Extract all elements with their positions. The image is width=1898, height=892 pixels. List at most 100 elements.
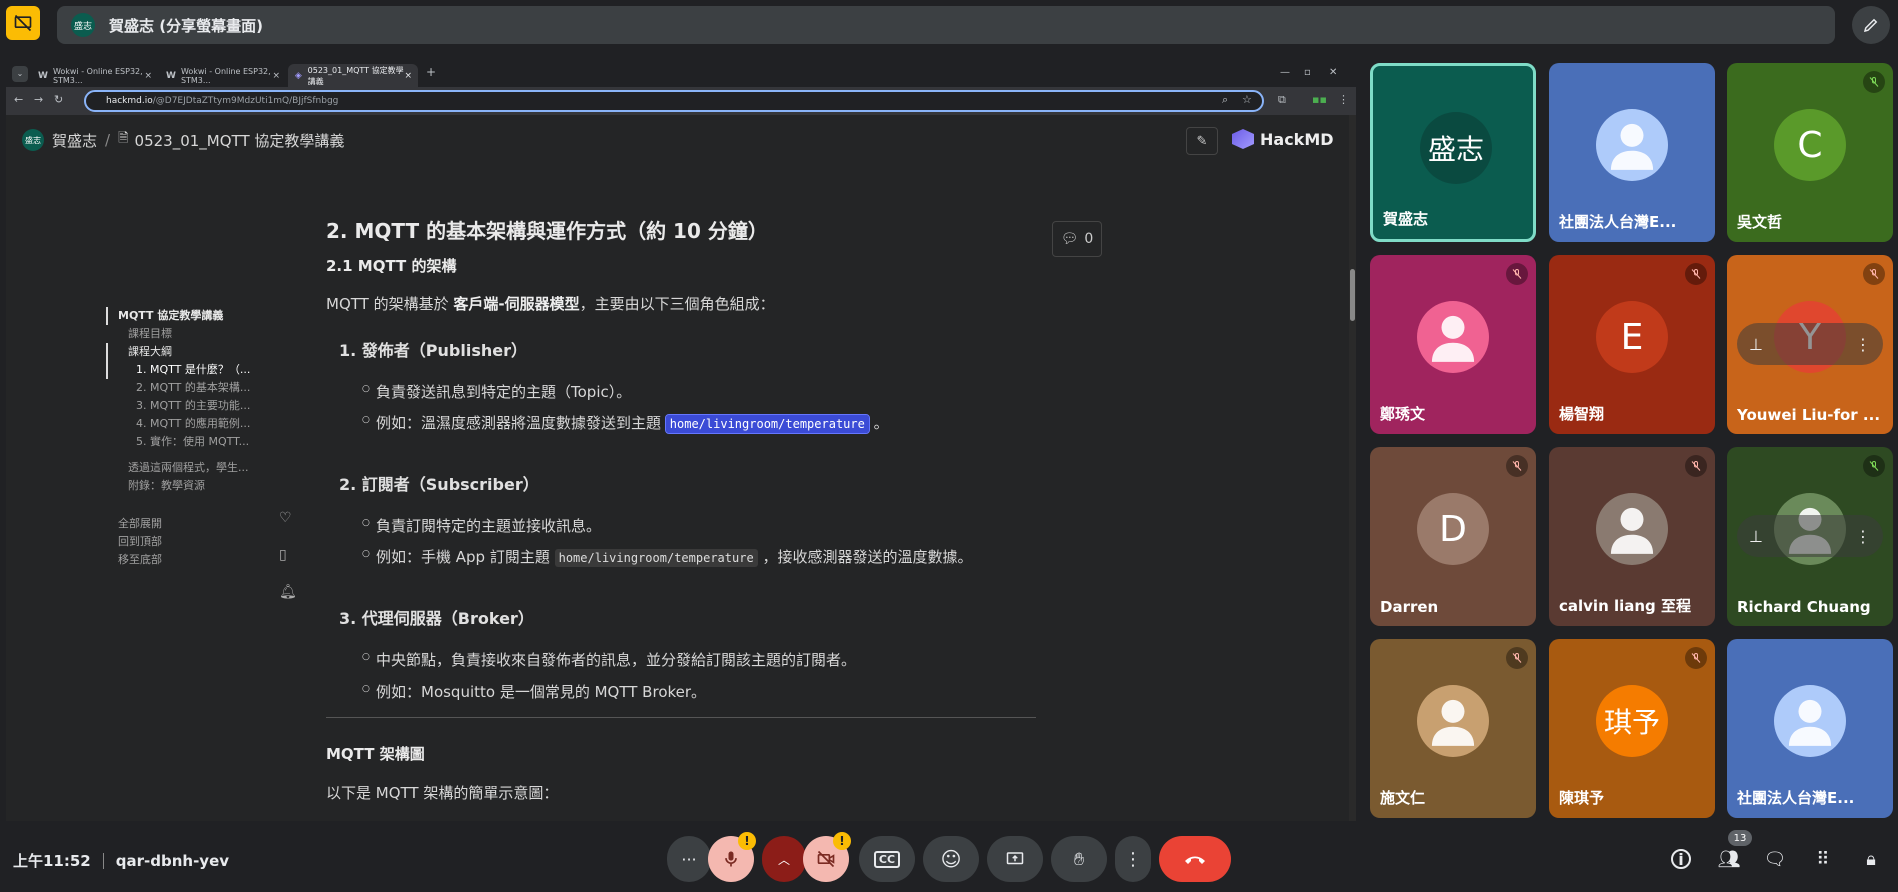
toc-expand-all[interactable]: 全部展開 (106, 515, 286, 533)
call-controls-bar: 上午11:52 qar-dbnh-yev ··· ! ︿ ! CC ☺ ✋︎ ⋮… (0, 826, 1898, 892)
people-button[interactable]: 👥︎ (1716, 846, 1742, 872)
comment-button[interactable]: 💬︎ 0 (1052, 221, 1102, 257)
hand-icon: ✋︎ (1073, 848, 1085, 870)
toc-back-to-top[interactable]: 回到頂部 (106, 533, 286, 551)
bookmark-icon[interactable]: ▯ (279, 547, 287, 563)
participant-avatar: 盛志 (1420, 112, 1492, 184)
leave-call-button[interactable] (1159, 836, 1231, 882)
toc-item[interactable]: 附錄：教學資源 (106, 477, 286, 495)
activities-button[interactable]: ⠿ (1810, 846, 1836, 872)
toc-item[interactable]: 1. MQTT 是什麼？（... (106, 361, 286, 379)
hackmd-logo[interactable]: HackMD (1232, 129, 1334, 149)
reactions-button[interactable]: ☺ (923, 836, 979, 882)
participant-name: Youwei Liu-for ... (1737, 406, 1881, 424)
toc-item[interactable]: 課程目標 (106, 325, 286, 343)
participant-count: 13 (1728, 830, 1752, 846)
table-of-contents: MQTT 協定教學講義 課程目標 課程大綱 1. MQTT 是什麼？（... 2… (106, 307, 286, 569)
pin-icon[interactable]: ⊥ (1749, 335, 1763, 354)
browser-tab-1[interactable]: W Wokwi - Online ESP32, STM3... × (32, 64, 158, 87)
heart-icon[interactable]: ♡ (279, 510, 292, 526)
more-audio-options-button[interactable]: ··· (667, 836, 711, 882)
more-vert-icon[interactable]: ⋮ (1855, 527, 1871, 546)
participant-name: Darren (1380, 598, 1439, 616)
participant-tile[interactable]: E 楊智翔 (1549, 255, 1715, 434)
reload-icon[interactable]: ↻ (54, 93, 63, 106)
breadcrumb-author[interactable]: 賀盛志 (52, 130, 97, 151)
captions-button[interactable]: CC (859, 836, 915, 882)
tab-search-icon[interactable]: ⌄ (12, 66, 28, 82)
participant-tile[interactable]: calvin liang 至程 (1549, 447, 1715, 626)
participant-name: 施文仁 (1380, 789, 1426, 807)
bookmark-star-icon[interactable]: ☆ (1242, 93, 1252, 106)
close-tab-icon[interactable]: × (404, 71, 412, 81)
toc-item[interactable]: 5. 實作：使用 MQTT... (106, 433, 286, 451)
host-controls-button[interactable]: 🔒︎ (1858, 846, 1884, 872)
participant-name: 吳文哲 (1737, 213, 1783, 231)
participant-tile[interactable]: C 吳文哲 (1727, 63, 1893, 242)
toc-item[interactable]: 2. MQTT 的基本架構... (106, 379, 286, 397)
camera-off-icon (817, 850, 835, 868)
participant-tile[interactable]: YYouwei Liu-for ...⊥⋮ (1727, 255, 1893, 434)
new-tab-icon[interactable]: + (426, 65, 436, 79)
info-icon: i (1671, 849, 1691, 869)
close-tab-icon[interactable]: × (144, 71, 152, 81)
profile-icon[interactable]: ▪▪ (1312, 93, 1327, 106)
close-tab-icon[interactable]: × (272, 71, 280, 81)
scrollbar-thumb[interactable] (1350, 269, 1355, 321)
participant-tile[interactable]: 社團法人台灣E... (1727, 639, 1893, 818)
participant-tile[interactable]: D Darren (1370, 447, 1536, 626)
camera-button[interactable]: ! (803, 832, 851, 882)
restore-icon[interactable]: ▫ (1304, 67, 1311, 78)
raise-hand-button[interactable]: ✋︎ (1051, 836, 1107, 882)
participant-tile[interactable]: 琪予 陳琪予 (1549, 639, 1715, 818)
browser-menu-icon[interactable]: ⋮ (1338, 93, 1349, 106)
toc-item[interactable]: 4. MQTT 的應用範例... (106, 415, 286, 433)
microphone-button[interactable]: ! (708, 832, 756, 882)
people-icon: 👥︎ (1717, 848, 1741, 870)
mic-off-icon (1506, 455, 1528, 477)
edit-button[interactable]: ✎ (1186, 127, 1218, 155)
comment-icon: 💬︎ (1060, 231, 1079, 247)
list-item: 負責訂閱特定的主題並接收訊息。 (362, 515, 601, 536)
role-subscriber: 2. 訂閱者（Subscriber） (339, 475, 539, 494)
more-vert-icon[interactable]: ⋮ (1855, 335, 1871, 354)
participant-tile[interactable]: 鄭琇文 (1370, 255, 1536, 434)
zoom-icon[interactable]: ⌕ (1222, 93, 1228, 107)
more-video-options-button[interactable]: ︿ (762, 836, 806, 882)
toc-go-to-bottom[interactable]: 移至底部 (106, 551, 286, 569)
participant-tile[interactable]: 社團法人台灣E... (1549, 63, 1715, 242)
tile-hover-controls[interactable]: ⊥ ⋮ (1737, 515, 1883, 557)
paragraph: 以下是 MQTT 架構的簡單示意圖： (326, 784, 559, 802)
toc-item[interactable]: 透過這兩個程式，學生... (106, 459, 286, 477)
participant-tile[interactable]: 施文仁 (1370, 639, 1536, 818)
tile-hover-controls[interactable]: ⊥ ⋮ (1737, 323, 1883, 365)
minimize-icon[interactable]: — (1280, 67, 1290, 78)
screen-share-warning-button[interactable] (6, 6, 40, 40)
url-input[interactable]: hackmd.io/@D7EJDtaZTtym9MdzUti1mQ/BJjfSf… (84, 90, 1264, 112)
present-button[interactable] (987, 836, 1043, 882)
more-options-button[interactable]: ⋮ (1115, 836, 1151, 882)
page-scrollbar[interactable] (1349, 115, 1356, 821)
person-icon (1610, 507, 1654, 554)
toc-item[interactable]: 3. MQTT 的主要功能... (106, 397, 286, 415)
meeting-details-button[interactable]: i (1668, 846, 1694, 872)
bell-icon[interactable]: 🔔︎ (279, 584, 297, 600)
subsection-heading: MQTT 架構圖 (326, 745, 425, 763)
pin-icon[interactable]: ⊥ (1749, 527, 1763, 546)
browser-tab-2[interactable]: W Wokwi - Online ESP32, STM3... × (160, 64, 286, 87)
participant-tile[interactable]: 盛志 賀盛志 (1370, 63, 1536, 242)
chat-button[interactable]: 🗨︎ (1762, 846, 1788, 872)
participant-avatar (1417, 685, 1489, 757)
browser-tab-3[interactable]: ◈ 0523_01_MQTT 協定教學講義 × (288, 64, 418, 87)
toc-item[interactable]: 課程大綱 (106, 343, 286, 361)
participant-name: 楊智翔 (1559, 405, 1605, 423)
forward-icon[interactable]: → (34, 93, 43, 106)
back-icon[interactable]: ← (14, 93, 23, 106)
toc-root[interactable]: MQTT 協定教學講義 (106, 307, 286, 325)
presenter-avatar: 盛志 (71, 13, 95, 37)
close-window-icon[interactable]: ✕ (1329, 67, 1337, 78)
extensions-icon[interactable]: ⧉ (1278, 93, 1286, 107)
participant-tile[interactable]: Richard Chuang ⊥ ⋮ (1727, 447, 1893, 626)
annotate-button[interactable] (1852, 6, 1890, 44)
microphone-icon (725, 851, 737, 867)
